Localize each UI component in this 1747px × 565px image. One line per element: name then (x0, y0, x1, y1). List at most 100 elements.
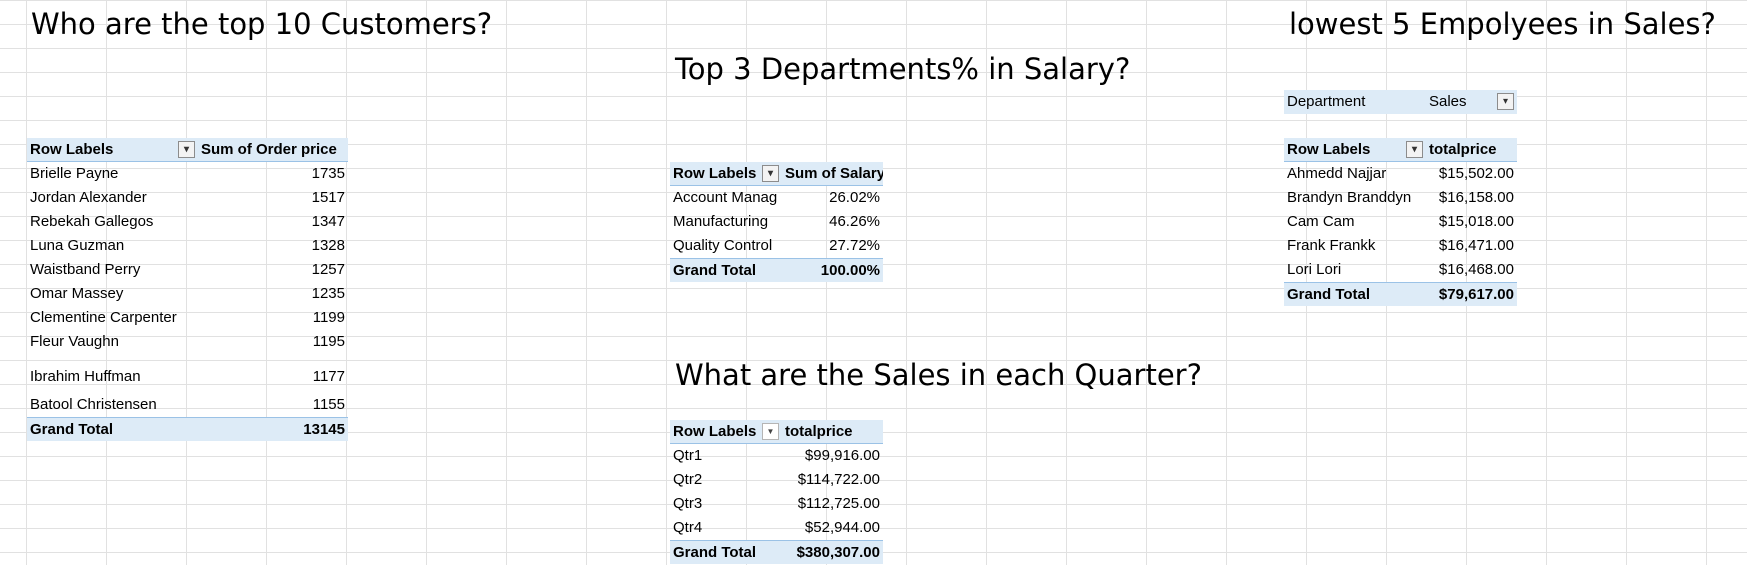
row-label: Omar Massey (30, 285, 124, 302)
table-row[interactable]: Brielle Payne 1735 (27, 162, 348, 186)
row-value: 1257 (311, 261, 345, 278)
table-row[interactable]: Qtr3 $112,725.00 (670, 492, 883, 516)
header-label: Row Labels (1287, 140, 1371, 158)
row-label: Luna Guzman (30, 237, 125, 254)
table-row[interactable]: Quality Control 27.72% (670, 234, 883, 258)
row-value: 1517 (311, 189, 345, 206)
grand-total-row[interactable]: Grand Total $380,307.00 (670, 540, 883, 564)
header-label: Row Labels (673, 164, 757, 182)
row-label: Lori Lori (1287, 261, 1342, 278)
table-row[interactable]: Omar Massey 1235 (27, 282, 348, 306)
row-value: $15,018.00 (1438, 213, 1514, 230)
row-value: $114,722.00 (797, 471, 880, 488)
table-row[interactable]: Brandyn Branddyn $16,158.00 (1284, 186, 1517, 210)
grand-total-label: Grand Total (1287, 285, 1371, 303)
header-label: Row Labels (30, 140, 114, 158)
row-value: $52,944.00 (804, 519, 880, 536)
table-row[interactable]: Frank Frankk $16,471.00 (1284, 234, 1517, 258)
table-row[interactable]: Lori Lori $16,468.00 (1284, 258, 1517, 282)
row-label: Qtr3 (673, 495, 703, 512)
grand-total-value: $79,617.00 (1438, 285, 1514, 303)
table-row[interactable]: Jordan Alexander 1517 (27, 186, 348, 210)
pivot-header-row: Row Labels ▾ Sum of Salary (670, 162, 883, 186)
table-row[interactable]: Qtr1 $99,916.00 (670, 444, 883, 468)
row-label: Fleur Vaughn (30, 333, 119, 350)
row-value: 26.02% (829, 189, 880, 206)
grand-total-value: 100.00% (820, 261, 880, 279)
grand-total-row[interactable]: Grand Total 100.00% (670, 258, 883, 282)
employees-report-filter: Department Sales ▾ (1284, 90, 1517, 114)
quarter-sales-title: What are the Sales in each Quarter? (675, 358, 1202, 392)
table-row[interactable]: Qtr4 $52,944.00 (670, 516, 883, 540)
table-row[interactable]: Account Manag 26.02% (670, 186, 883, 210)
table-row[interactable]: Ibrahim Huffman 1177 (27, 354, 348, 393)
table-row[interactable]: Rebekah Gallegos 1347 (27, 210, 348, 234)
table-row[interactable]: Batool Christensen 1155 (27, 393, 348, 417)
table-row[interactable]: Manufacturing 46.26% (670, 210, 883, 234)
row-label: Rebekah Gallegos (30, 213, 154, 230)
funnel-icon[interactable]: ▾ (178, 140, 195, 158)
row-label: Ibrahim Huffman (30, 368, 141, 385)
grand-total-value: $380,307.00 (796, 543, 880, 561)
top-customers-title: Who are the top 10 Customers? (31, 7, 493, 41)
row-label: Frank Frankk (1287, 237, 1376, 254)
customers-pivot-table: Row Labels ▾ Sum of Order price Brielle … (27, 138, 348, 441)
row-labels-header[interactable]: Row Labels ▾ (27, 138, 198, 162)
table-row[interactable]: Cam Cam $15,018.00 (1284, 210, 1517, 234)
table-row[interactable]: Qtr2 $114,722.00 (670, 468, 883, 492)
table-row[interactable]: Luna Guzman 1328 (27, 234, 348, 258)
filter-field-label: Department (1287, 93, 1366, 110)
funnel-icon[interactable]: ▾ (1497, 93, 1514, 110)
table-row[interactable]: Waistband Perry 1257 (27, 258, 348, 282)
row-value: 1735 (311, 165, 345, 182)
row-labels-header[interactable]: Row Labels ▾ (670, 162, 782, 186)
quarters-pivot-table: Row Labels ▼ totalprice Qtr1 $99,916.00 … (670, 420, 883, 564)
row-label: Qtr2 (673, 471, 703, 488)
grand-total-row[interactable]: Grand Total 13145 (27, 417, 348, 441)
row-label: Cam Cam (1287, 213, 1355, 230)
row-value: $16,471.00 (1438, 237, 1514, 254)
funnel-icon[interactable]: ▾ (1406, 140, 1423, 158)
row-label: Waistband Perry (30, 261, 141, 278)
table-row[interactable]: Clementine Carpenter 1199 (27, 306, 348, 330)
report-filter-row[interactable]: Department Sales ▾ (1284, 90, 1517, 114)
row-label: Manufacturing (673, 213, 769, 230)
top-departments-title: Top 3 Departments% in Salary? (675, 52, 1131, 86)
row-value: $99,916.00 (804, 447, 880, 464)
row-label: Ahmedd Najjar (1287, 165, 1387, 182)
grand-total-label: Grand Total (30, 420, 114, 438)
pivot-header-row: Row Labels ▾ totalprice (1284, 138, 1517, 162)
row-value: 1328 (311, 237, 345, 254)
funnel-icon[interactable]: ▾ (762, 164, 779, 182)
table-row[interactable]: Ahmedd Najjar $15,502.00 (1284, 162, 1517, 186)
chevron-down-icon[interactable]: ▼ (762, 422, 779, 440)
employees-pivot-table: Row Labels ▾ totalprice Ahmedd Najjar $1… (1284, 138, 1517, 306)
grand-total-label: Grand Total (673, 543, 757, 561)
table-row[interactable]: Fleur Vaughn 1195 (27, 330, 348, 354)
row-value: 1177 (312, 368, 345, 385)
row-label: Jordan Alexander (30, 189, 147, 206)
row-label: Batool Christensen (30, 396, 157, 413)
value-header: Sum of Order price (201, 140, 337, 158)
row-label: Account Manag (673, 189, 778, 206)
row-value: $15,502.00 (1438, 165, 1514, 182)
row-value: 1195 (312, 333, 345, 350)
row-value: 46.26% (829, 213, 880, 230)
row-labels-header[interactable]: Row Labels ▼ (670, 420, 782, 444)
row-label: Qtr4 (673, 519, 703, 536)
row-labels-header[interactable]: Row Labels ▾ (1284, 138, 1426, 162)
grand-total-row[interactable]: Grand Total $79,617.00 (1284, 282, 1517, 306)
departments-pivot-table: Row Labels ▾ Sum of Salary Account Manag… (670, 162, 883, 282)
filter-value-label: Sales (1429, 93, 1467, 110)
row-value: $16,158.00 (1438, 189, 1514, 206)
row-label: Clementine Carpenter (30, 309, 177, 326)
row-value: 1347 (311, 213, 345, 230)
value-header: totalprice (785, 422, 853, 440)
grand-total-label: Grand Total (673, 261, 757, 279)
header-label: Row Labels (673, 422, 757, 440)
row-value: 1235 (311, 285, 345, 302)
filter-value[interactable]: Sales ▾ (1426, 90, 1517, 114)
value-header: totalprice (1429, 140, 1497, 158)
pivot-header-row: Row Labels ▼ totalprice (670, 420, 883, 444)
row-value: $16,468.00 (1438, 261, 1514, 278)
